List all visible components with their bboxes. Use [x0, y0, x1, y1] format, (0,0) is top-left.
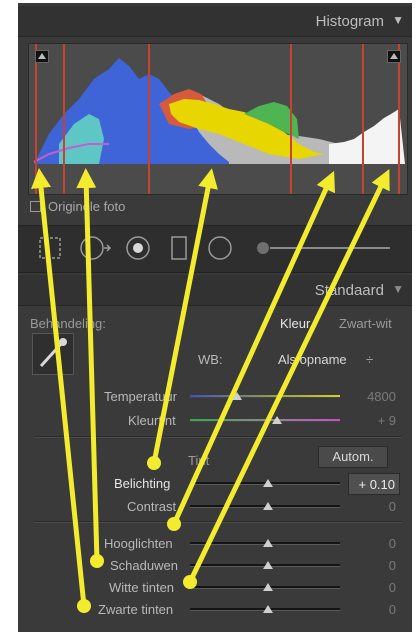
basic-panel-title: Standaard [314, 282, 384, 299]
radial-filter-button[interactable] [206, 234, 236, 264]
tint-slider-track[interactable] [190, 419, 340, 422]
tint-slider-thumb[interactable] [272, 416, 282, 424]
adjustment-brush-button[interactable] [254, 234, 394, 264]
histogram-title: Histogram [315, 13, 384, 30]
histogram-plot [29, 44, 407, 194]
shadows-label: Schaduwen [110, 558, 178, 573]
whites-label: Witte tinten [109, 580, 175, 595]
temperature-slider-thumb[interactable] [232, 392, 242, 400]
highlights-value[interactable]: 0 [348, 536, 396, 551]
whites-slider-thumb[interactable] [263, 583, 273, 591]
treatment-bw-option[interactable]: Zwart-wit [339, 316, 392, 331]
section-divider [34, 436, 402, 438]
blacks-label: Zwarte tinten [98, 602, 174, 617]
treatment-divider: / [315, 314, 320, 331]
contrast-value[interactable]: 0 [348, 499, 396, 514]
exposure-value[interactable]: + 0.10 [349, 477, 395, 492]
highlight-clipping-icon[interactable] [387, 50, 401, 63]
wb-dropdown-icon[interactable]: ÷ [366, 352, 373, 367]
histogram-header[interactable]: Histogram ▼ [18, 6, 412, 37]
histogram-graph[interactable] [28, 43, 408, 195]
tint-value[interactable]: + 9 [348, 413, 396, 428]
wb-selector-box[interactable] [32, 333, 74, 375]
blacks-slider-thumb[interactable] [263, 605, 273, 613]
shadow-clipping-icon[interactable] [35, 50, 49, 63]
treatment-color-option[interactable]: Kleur [280, 316, 310, 331]
tone-label: Tint [188, 453, 210, 468]
shadows-value[interactable]: 0 [348, 558, 396, 573]
shadows-slider-thumb[interactable] [263, 561, 273, 569]
red-eye-button[interactable] [123, 234, 153, 264]
basic-panel-header[interactable]: Standaard ▼ [18, 275, 412, 306]
original-photo-row[interactable]: Originele foto [30, 198, 125, 214]
wb-value[interactable]: Als opname [278, 352, 347, 367]
highlights-label: Hooglichten [104, 536, 173, 551]
graduated-filter-button[interactable] [166, 234, 192, 264]
wb-label: WB: [198, 352, 223, 367]
spot-removal-button[interactable] [78, 234, 114, 264]
blacks-value[interactable]: 0 [348, 602, 396, 617]
crop-tool-button[interactable] [36, 234, 66, 264]
auto-button-label: Autom. [332, 449, 374, 464]
eyedropper-icon [39, 338, 67, 368]
contrast-label: Contrast [127, 499, 177, 514]
temperature-label: Temperatuur [104, 389, 177, 404]
original-photo-checkbox[interactable] [30, 201, 41, 213]
temperature-value[interactable]: 4800 [348, 389, 396, 404]
collapse-triangle-icon[interactable]: ▼ [392, 13, 404, 27]
highlights-slider-thumb[interactable] [263, 539, 273, 547]
whites-value[interactable]: 0 [348, 580, 396, 595]
contrast-slider-thumb[interactable] [263, 502, 273, 510]
collapse-triangle-icon[interactable]: ▼ [392, 282, 404, 296]
auto-button[interactable]: Autom. [318, 446, 388, 468]
temperature-slider-track[interactable] [190, 395, 340, 398]
original-photo-label: Originele foto [48, 199, 126, 215]
exposure-value-box[interactable]: + 0.10 [348, 473, 400, 495]
exposure-slider-thumb[interactable] [263, 479, 273, 487]
tint-label: Kleurtint [128, 413, 176, 428]
treatment-label: Behandeling: [30, 316, 106, 331]
exposure-label: Belichting [114, 476, 171, 491]
develop-panel: Histogram ▼ Originele foto Standaard ▼ B… [18, 3, 412, 632]
tool-strip [18, 225, 412, 273]
section-divider [34, 521, 402, 523]
